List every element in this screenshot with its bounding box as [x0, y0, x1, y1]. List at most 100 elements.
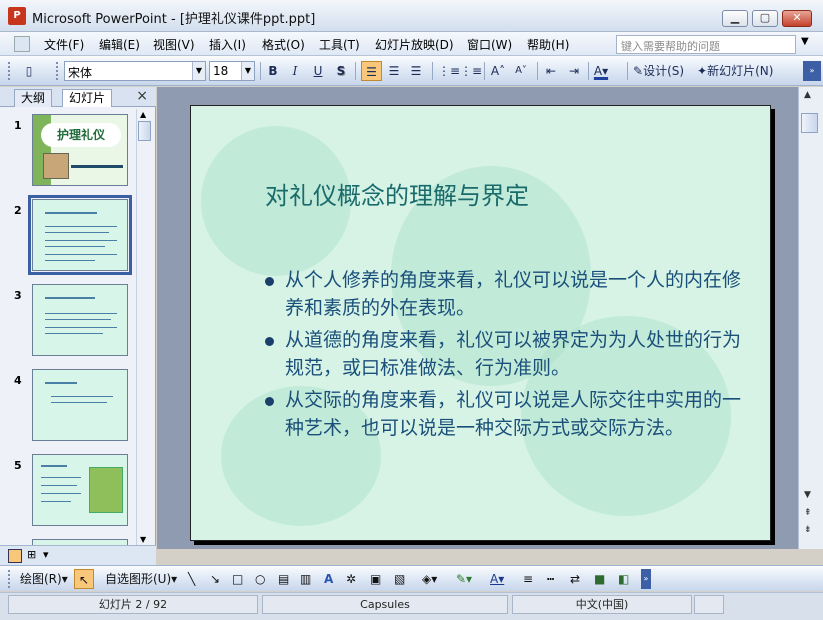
toolbar-grip[interactable] — [8, 570, 11, 588]
clipart-icon[interactable]: ▣ — [370, 569, 381, 589]
thumb-title-line — [41, 465, 67, 467]
scroll-down-icon[interactable]: ▼ — [140, 535, 146, 544]
slideshow-view-icon[interactable]: ▾ — [43, 548, 49, 561]
powerpoint-app-icon[interactable]: P — [8, 7, 26, 25]
autoshape-label: 自选图形(U) — [105, 572, 172, 586]
line-tool-icon[interactable]: ╲ — [188, 569, 195, 589]
toolbar-options-icon[interactable]: » — [641, 569, 651, 589]
rectangle-tool-icon[interactable]: □ — [232, 569, 243, 589]
help-search-input[interactable]: 键入需要帮助的问题 — [616, 35, 796, 54]
new-slide-button[interactable]: ✦新幻灯片(N) — [697, 61, 773, 81]
scroll-up-icon[interactable]: ▲ — [804, 90, 811, 100]
font-color-icon[interactable]: A▾ — [490, 569, 504, 589]
decrease-indent-icon[interactable]: ⇤ — [542, 61, 560, 81]
vertical-scrollbar[interactable] — [798, 87, 823, 549]
fill-color-icon[interactable]: ◈▾ — [422, 569, 437, 589]
design-button[interactable]: ✎设计(S) — [633, 61, 684, 81]
thumb-text-line — [51, 402, 107, 403]
thumb-title-line — [45, 212, 97, 214]
toolbar-grip-2[interactable] — [56, 62, 59, 80]
language-status: 中文(中国) — [512, 595, 692, 614]
scroll-down-icon[interactable]: ▼ — [804, 490, 811, 500]
bold-button[interactable]: B — [264, 61, 282, 81]
align-left-icon[interactable]: ☰ — [361, 61, 382, 81]
previous-slide-icon[interactable]: ⇞ — [804, 508, 812, 518]
3d-style-icon[interactable]: ◧ — [618, 569, 629, 589]
autoshapes-button[interactable]: 自选图形(U)▾ — [105, 569, 177, 589]
tab-slides[interactable]: 幻灯片 — [62, 89, 113, 107]
slide-thumbnail-3[interactable] — [32, 284, 128, 356]
font-color-icon[interactable]: A▾ — [592, 61, 610, 81]
slide-sorter-icon[interactable]: ⊞ — [27, 548, 36, 561]
slide-body[interactable]: 从个人修养的角度来看，礼仪可以说是一个人的内在修养和素质的外在表现。 从道德的角… — [263, 266, 753, 446]
panel-scrollbar[interactable] — [136, 109, 153, 547]
menu-format[interactable]: 格式(O) — [262, 36, 305, 53]
underline-button[interactable]: U — [309, 61, 327, 81]
picture-icon[interactable]: ▧ — [394, 569, 405, 589]
dash-style-icon[interactable]: ┅ — [547, 569, 554, 589]
increase-font-icon[interactable]: A˄ — [489, 61, 507, 81]
menu-help[interactable]: 帮助(H) — [527, 36, 569, 53]
font-size-select[interactable]: 18 ▼ — [209, 61, 255, 81]
chevron-down-icon[interactable]: ▼ — [241, 62, 254, 80]
font-name-select[interactable]: 宋体 ▼ — [64, 61, 206, 81]
chevron-down-icon[interactable]: ▼ — [801, 36, 809, 47]
new-document-icon[interactable]: ▯ — [20, 61, 38, 81]
formatting-toolbar: ▯ 宋体 ▼ 18 ▼ B I U S ☰ ☰ ☰ ⋮≡ ⋮≡ A˄ A˅ ⇤ … — [0, 56, 823, 86]
tab-outline[interactable]: 大纲 — [14, 89, 53, 107]
wordart-icon[interactable]: A — [324, 569, 333, 589]
toolbar-options-icon[interactable]: » — [803, 61, 821, 81]
thumb-text-line — [45, 254, 117, 255]
slide-thumbnail-5[interactable] — [32, 454, 128, 526]
decrease-font-icon[interactable]: A˅ — [512, 61, 530, 81]
numbered-list-icon[interactable]: ⋮≡ — [438, 61, 460, 81]
align-center-icon[interactable]: ☰ — [385, 61, 403, 81]
shadow-style-icon[interactable]: ■ — [594, 569, 605, 589]
thumb-title-line — [45, 297, 95, 299]
current-slide[interactable]: 对礼仪概念的理解与界定 从个人修养的角度来看，礼仪可以说是一个人的内在修养和素质… — [190, 105, 771, 541]
thumb-text-line — [41, 477, 81, 478]
normal-view-icon[interactable] — [8, 549, 22, 563]
select-pointer-icon[interactable]: ↖ — [74, 569, 94, 589]
chevron-down-icon: ▾ — [171, 572, 178, 586]
menu-edit[interactable]: 编辑(E) — [99, 36, 140, 53]
close-icon[interactable]: × — [136, 88, 148, 104]
menu-slideshow[interactable]: 幻灯片放映(D) — [375, 36, 454, 53]
menu-tools[interactable]: 工具(T) — [319, 36, 360, 53]
textbox-tool-icon[interactable]: ▤ — [278, 569, 289, 589]
slide-thumbnail-1[interactable]: 护理礼仪 — [32, 114, 128, 186]
increase-indent-icon[interactable]: ⇥ — [565, 61, 583, 81]
toolbar-grip[interactable] — [8, 62, 11, 80]
italic-button[interactable]: I — [286, 61, 304, 81]
panel-scroll-thumb[interactable] — [138, 121, 151, 141]
thumb-line — [71, 165, 123, 168]
arrow-style-icon[interactable]: ⇄ — [570, 569, 580, 589]
menu-file[interactable]: 文件(F) — [44, 36, 84, 53]
vertical-scroll-thumb[interactable] — [801, 113, 818, 133]
menu-window[interactable]: 窗口(W) — [467, 36, 512, 53]
document-icon[interactable] — [14, 36, 30, 52]
scroll-up-icon[interactable]: ▲ — [140, 110, 146, 119]
slide-thumbnail-2[interactable] — [28, 195, 132, 275]
shadow-button[interactable]: S — [332, 61, 350, 81]
draw-menu-button[interactable]: 绘图(R)▾ — [20, 569, 68, 589]
line-style-icon[interactable]: ≡ — [523, 569, 533, 589]
line-color-icon[interactable]: ✎▾ — [456, 569, 472, 589]
minimize-button[interactable]: ▁ — [722, 10, 748, 27]
vertical-textbox-icon[interactable]: ▥ — [300, 569, 311, 589]
chevron-down-icon[interactable]: ▼ — [192, 62, 205, 80]
slide-title[interactable]: 对礼仪概念的理解与界定 — [265, 176, 529, 211]
close-button[interactable]: ✕ — [782, 10, 812, 27]
new-slide-label: 新幻灯片(N) — [707, 64, 774, 78]
oval-tool-icon[interactable]: ○ — [255, 569, 265, 589]
next-slide-icon[interactable]: ⇟ — [804, 525, 812, 535]
bulleted-list-icon[interactable]: ⋮≡ — [460, 61, 482, 81]
align-right-icon[interactable]: ☰ — [407, 61, 425, 81]
menu-insert[interactable]: 插入(I) — [209, 36, 246, 53]
diagram-icon[interactable]: ✲ — [346, 569, 356, 589]
slide-thumbnail-4[interactable] — [32, 369, 128, 441]
maximize-button[interactable]: ▢ — [752, 10, 778, 27]
thumb-text-line — [45, 260, 95, 261]
arrow-tool-icon[interactable]: ↘ — [210, 569, 220, 589]
menu-view[interactable]: 视图(V) — [153, 36, 195, 53]
